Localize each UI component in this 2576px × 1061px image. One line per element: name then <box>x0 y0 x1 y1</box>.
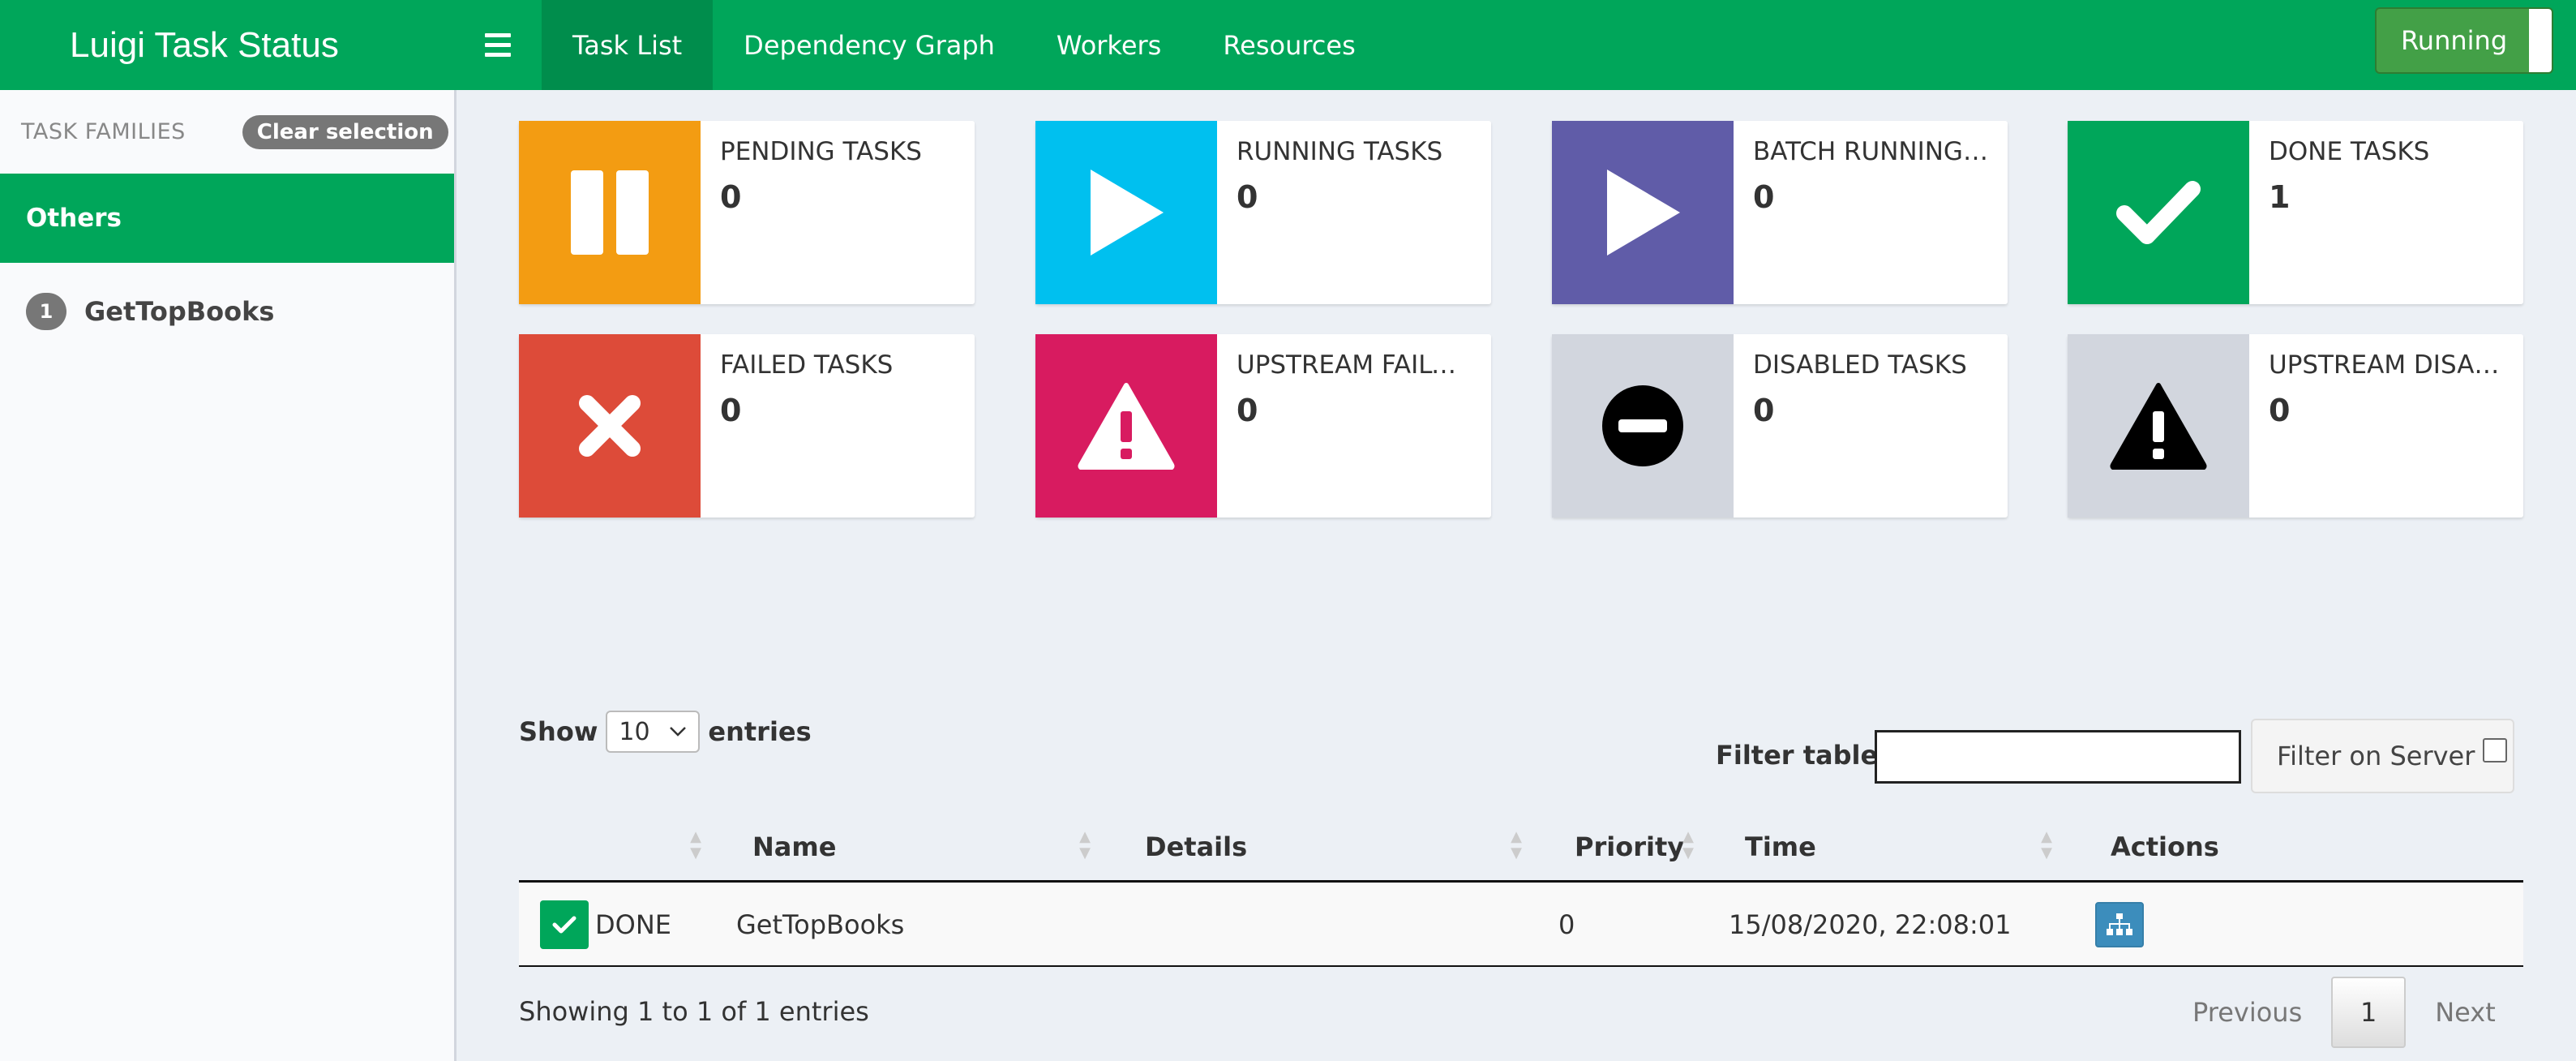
info-label: UPSTREAM DISABLED <box>2269 350 2504 380</box>
page-length-control: Show 10 entries <box>519 711 812 753</box>
filter-table-label: Filter table: <box>1716 740 1888 771</box>
play-icon <box>1607 170 1680 256</box>
minus-circle-icon <box>1602 385 1683 466</box>
info-label: FAILED TASKS <box>720 350 894 380</box>
info-icon-bg <box>2068 334 2249 518</box>
sidebar-group-others[interactable]: Others <box>0 174 454 263</box>
family-name: GetTopBooks <box>84 296 275 327</box>
info-box-batch-running[interactable]: BATCH RUNNING TASKS 0 <box>1552 121 2008 304</box>
running-toggle[interactable]: Running <box>2375 7 2553 74</box>
table-row[interactable]: DONE GetTopBooks 0 15/08/2020, 22:08:01 <box>519 883 2523 967</box>
info-box-upstream-failure[interactable]: UPSTREAM FAILURE 0 <box>1035 334 1491 518</box>
warning-icon <box>1078 383 1175 470</box>
sidebar: TASK FAMILIES Clear selection Others 1 G… <box>0 90 456 1061</box>
sort-icon: ▲ ▼ <box>1682 828 1694 861</box>
info-label: UPSTREAM FAILURE <box>1237 350 1472 380</box>
sort-icon: ▲ ▼ <box>2041 828 2052 861</box>
sort-icon: ▲ ▼ <box>1079 828 1091 861</box>
menu-toggle-icon[interactable] <box>454 0 542 90</box>
filter-on-server-button[interactable]: Filter on Server <box>2251 719 2514 793</box>
tab-workers[interactable]: Workers <box>1026 0 1192 90</box>
table-info: Showing 1 to 1 of 1 entries <box>519 996 869 1027</box>
task-time-cell: 15/08/2020, 22:08:01 <box>1729 909 2012 940</box>
status-cell: DONE <box>540 883 671 967</box>
column-header-details[interactable]: Details <box>1145 811 1247 883</box>
column-header-name[interactable]: Name <box>752 811 836 883</box>
column-header-time[interactable]: Time <box>1745 811 1816 883</box>
info-label: PENDING TASKS <box>720 137 922 166</box>
info-number: 0 <box>1237 393 1258 428</box>
column-header-status[interactable] <box>519 811 714 883</box>
check-icon <box>2116 181 2201 244</box>
info-icon-bg <box>2068 121 2249 304</box>
times-icon <box>579 395 641 457</box>
entries-label: entries <box>708 716 812 747</box>
info-number: 0 <box>1753 179 1775 215</box>
info-number: 0 <box>2269 393 2291 428</box>
chevron-down-icon <box>670 727 687 737</box>
warning-icon <box>2110 383 2207 470</box>
info-box-disabled[interactable]: DISABLED TASKS 0 <box>1552 334 2008 518</box>
task-name-cell[interactable]: GetTopBooks <box>736 883 904 967</box>
toggle-knob <box>2529 9 2552 72</box>
page-number-button[interactable]: 1 <box>2331 977 2407 1048</box>
info-icon-bg <box>519 334 701 518</box>
family-count-badge: 1 <box>26 293 66 330</box>
app-title[interactable]: Luigi Task Status <box>0 0 454 90</box>
task-table: ▲ ▼ Name ▲ ▼ Details ▲ ▼ Priority ▲ ▼ Time ▲… <box>519 811 2523 967</box>
info-number: 0 <box>1237 179 1258 215</box>
info-icon-bg <box>519 121 701 304</box>
tab-dependency-graph[interactable]: Dependency Graph <box>713 0 1026 90</box>
info-label: BATCH RUNNING TASKS <box>1753 137 1988 166</box>
sidebar-header: TASK FAMILIES Clear selection <box>0 90 454 174</box>
filter-on-server-label: Filter on Server <box>2277 741 2475 771</box>
play-icon <box>1091 170 1164 256</box>
table-header: ▲ ▼ Name ▲ ▼ Details ▲ ▼ Priority ▲ ▼ Time ▲… <box>519 811 2523 883</box>
filter-table-input[interactable] <box>1875 730 2241 784</box>
actions-cell <box>2095 883 2144 967</box>
dependency-graph-button[interactable] <box>2095 902 2144 947</box>
info-box-done[interactable]: DONE TASKS 1 <box>2068 121 2523 304</box>
info-box-upstream-disabled[interactable]: UPSTREAM DISABLED 0 <box>2068 334 2523 518</box>
sitemap-icon <box>2107 913 2132 935</box>
pause-icon <box>571 170 649 255</box>
info-icon-bg <box>1035 334 1217 518</box>
tab-task-list[interactable]: Task List <box>542 0 714 90</box>
page-length-select[interactable]: 10 <box>606 711 701 753</box>
tab-resources[interactable]: Resources <box>1192 0 1386 90</box>
info-icon-bg <box>1552 334 1734 518</box>
info-label: RUNNING TASKS <box>1237 137 1443 166</box>
nav-tabs: Task List Dependency Graph Workers Resou… <box>542 0 1387 90</box>
column-header-priority[interactable]: Priority <box>1575 811 1684 883</box>
info-box-failed[interactable]: FAILED TASKS 0 <box>519 334 975 518</box>
status-text: DONE <box>595 909 671 940</box>
column-header-actions: Actions <box>2111 831 2219 862</box>
pagination: Previous 1 Next <box>2163 977 2525 1048</box>
top-navbar: Luigi Task Status Task List Dependency G… <box>0 0 2576 90</box>
info-number: 0 <box>1753 393 1775 428</box>
task-priority-cell: 0 <box>1558 909 1575 940</box>
info-label: DONE TASKS <box>2269 137 2430 166</box>
info-icon-bg <box>1552 121 1734 304</box>
info-label: DISABLED TASKS <box>1753 350 1967 380</box>
next-page-button[interactable]: Next <box>2406 997 2525 1028</box>
previous-page-button[interactable]: Previous <box>2163 997 2331 1028</box>
info-number: 1 <box>2269 179 2291 215</box>
info-number: 0 <box>720 393 742 428</box>
info-box-pending[interactable]: PENDING TASKS 0 <box>519 121 975 304</box>
running-toggle-label: Running <box>2401 25 2508 56</box>
page-length-value: 10 <box>619 717 650 746</box>
clear-selection-button[interactable]: Clear selection <box>242 114 448 149</box>
check-icon <box>540 900 589 949</box>
info-icon-bg <box>1035 121 1217 304</box>
task-families-title: TASK FAMILIES <box>21 119 186 144</box>
info-number: 0 <box>720 179 742 215</box>
sidebar-item-gettopbooks[interactable]: 1 GetTopBooks <box>0 263 454 360</box>
sort-icon: ▲ ▼ <box>690 828 701 861</box>
filter-on-server-checkbox[interactable] <box>2483 738 2508 762</box>
info-box-running[interactable]: RUNNING TASKS 0 <box>1035 121 1491 304</box>
sort-icon: ▲ ▼ <box>1511 828 1522 861</box>
show-label: Show <box>519 716 598 747</box>
